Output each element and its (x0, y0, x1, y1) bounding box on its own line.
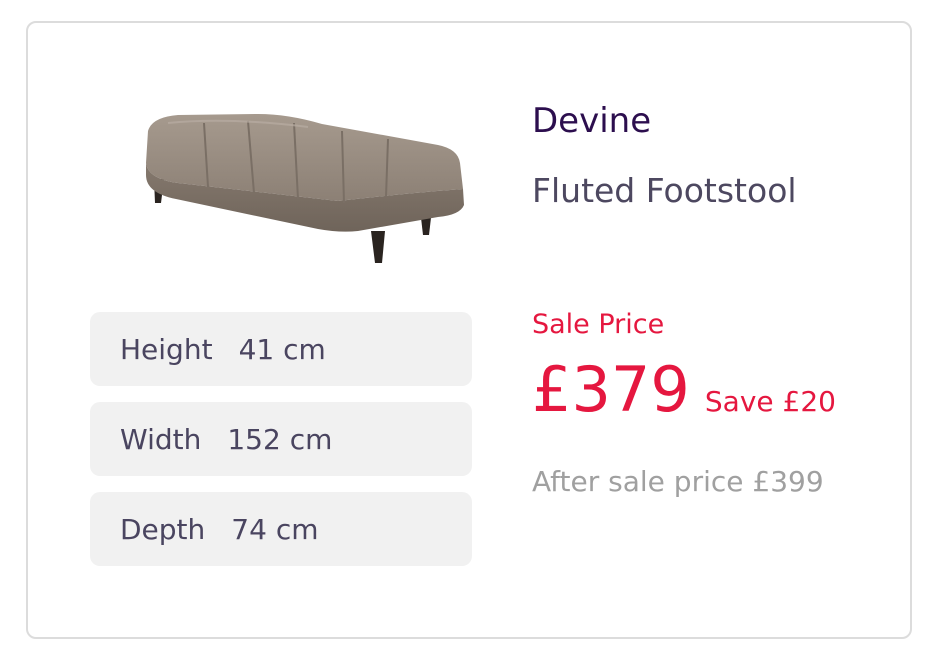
dimension-label: Depth (120, 512, 206, 546)
dimension-value: 152 cm (227, 422, 333, 456)
dimension-value: 74 cm (231, 512, 319, 546)
brand-name[interactable]: Devine (532, 101, 651, 141)
dimension-label: Width (120, 422, 202, 456)
after-sale-price: After sale price £399 (532, 465, 824, 498)
dimension-width: Width 152 cm (90, 402, 472, 476)
dimension-depth: Depth 74 cm (90, 492, 472, 566)
price-line: £379 Save £20 (532, 353, 836, 426)
savings-amount: Save £20 (704, 385, 836, 418)
sale-price: £379 (532, 353, 690, 426)
sale-label: Sale Price (532, 309, 665, 340)
product-image[interactable] (108, 83, 488, 293)
dimension-label: Height (120, 332, 213, 366)
dimensions-list: Height 41 cm Width 152 cm Depth 74 cm (90, 312, 472, 582)
product-name[interactable]: Fluted Footstool (532, 171, 797, 210)
product-card[interactable]: Height 41 cm Width 152 cm Depth 74 cm De… (26, 21, 912, 639)
footstool-image (146, 114, 464, 263)
dimension-height: Height 41 cm (90, 312, 472, 386)
dimension-value: 41 cm (238, 332, 326, 366)
